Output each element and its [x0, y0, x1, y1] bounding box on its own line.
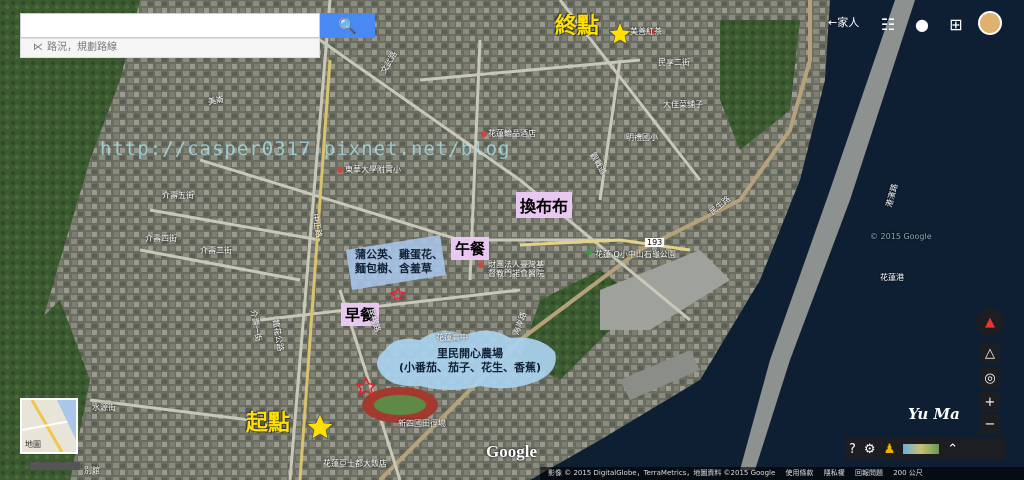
route-options[interactable]: ⋉ 路況，規劃路線 [20, 38, 320, 58]
fabric-label: 換布布 [516, 192, 573, 218]
landmark-dot [337, 167, 343, 173]
bottom-toolbar: ? ⚙ ♟ ⌃ [845, 438, 1005, 460]
location-icon[interactable]: ◎ [980, 368, 1000, 388]
map-label: 東華大學附實小 [345, 165, 401, 174]
signature: Yu Ma [908, 405, 960, 423]
route-label: 路況，規劃路線 [47, 42, 117, 53]
map-label: 水源街 [92, 403, 116, 412]
landmark-dot [478, 262, 484, 268]
trees-line: 蒲公英、雞蛋花、 [355, 248, 443, 261]
footer-privacy-link[interactable]: 隱私權 [824, 469, 845, 477]
map-label: 介壽四街 [145, 234, 177, 243]
search-button[interactable]: 🔍 [320, 13, 375, 38]
stadium-field [374, 395, 426, 415]
gear-icon[interactable]: ⚙ [864, 442, 876, 457]
profile-icon[interactable]: ● [910, 12, 934, 36]
map-label: 花蓮高中 [436, 333, 468, 342]
map-label: 花蓮港 [880, 273, 904, 282]
search-input[interactable] [20, 13, 320, 38]
pegman-icon[interactable]: ♟ [884, 442, 896, 457]
map-label: © 2015 Google [870, 232, 932, 241]
footer-attribution: 影像 © 2015 DigitalGlobe，TerraMetrics，地圖資料… [548, 469, 776, 477]
apps-icon[interactable]: ☷ [876, 12, 900, 36]
map-label: 大佳菜舖子 [663, 100, 703, 109]
map-label: 花蓮亞士都大飯店 [323, 459, 387, 468]
compass-icon[interactable]: ▲ [976, 308, 1004, 336]
expand-icon[interactable]: ⌃ [947, 442, 958, 457]
scale-bar: 200 公尺 [893, 469, 923, 477]
start-label: 起點 [246, 410, 291, 436]
landmark-dot [481, 131, 487, 137]
avatar[interactable] [978, 11, 1002, 35]
end-label: 終點 [555, 13, 600, 39]
footer-terms-link[interactable]: 使用條款 [786, 469, 814, 477]
map-label: 美善紅茶 [630, 27, 662, 36]
map-label: 介壽二街 [200, 246, 232, 255]
attribution-footer: 影像 © 2015 DigitalGlobe，TerraMetrics，地圖資料… [540, 467, 1024, 480]
map-label: 明禮國小 [626, 133, 658, 142]
map-label: 財團法人臺灣基督教門諾會醫院 [488, 260, 544, 278]
landmark-dot [586, 249, 592, 255]
add-icon[interactable]: ⊞ [944, 12, 968, 36]
blog-watermark: http://casper0317.pixnet.net/blog [100, 138, 511, 160]
minimap-handle[interactable] [30, 462, 80, 470]
trees-note: 蒲公英、雞蛋花、 麵包樹、含羞草 [355, 248, 443, 276]
farm-note: 里民開心農場 (小番茄、茄子、花生、香蕉) [395, 347, 545, 375]
lunch-label: 午餐 [451, 237, 490, 260]
home-link[interactable]: ←家人 [828, 14, 859, 30]
footer-report-link[interactable]: 回報問題 [855, 469, 883, 477]
minimap[interactable]: 地圖 [20, 398, 78, 454]
minimap-label: 地圖 [25, 440, 41, 449]
map-label: 花蓮輪品酒店 [488, 129, 536, 138]
farm-line: 里民開心農場 [437, 347, 503, 360]
google-logo: Google [486, 442, 537, 461]
tilt-icon[interactable]: △ [980, 343, 1000, 363]
help-icon[interactable]: ? [849, 442, 856, 457]
map-label: 193 [645, 238, 665, 247]
map-label: 別館 [84, 466, 100, 475]
route-icon: ⋉ [33, 42, 43, 53]
map-label: 民享二街 [658, 58, 690, 67]
trees-line: 麵包樹、含羞草 [355, 262, 432, 275]
zoom-in-icon[interactable]: + [980, 392, 1000, 412]
map-label: 介壽五街 [162, 191, 194, 200]
farm-line: (小番茄、茄子、花生、香蕉) [398, 361, 542, 374]
imagery-thumb-icon[interactable] [903, 444, 940, 454]
zoom-out-icon[interactable]: − [980, 414, 1000, 434]
map-label: 新四國田徑場 [398, 419, 446, 428]
search-icon: 🔍 [338, 16, 357, 35]
map-label: 花蓮 Q小中山石龜公園 [595, 250, 676, 259]
